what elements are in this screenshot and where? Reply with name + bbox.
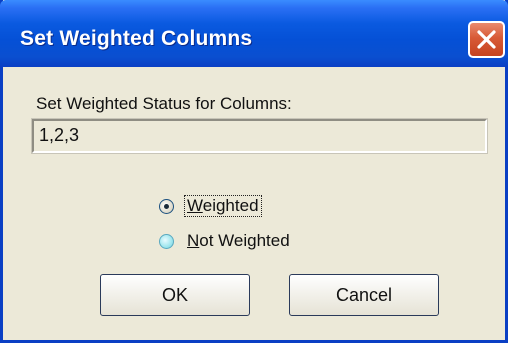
not-weighted-radio[interactable]: [159, 233, 174, 249]
dialog-body: Set Weighted Status for Columns: 1,2,3 W…: [3, 67, 505, 340]
close-button[interactable]: [468, 21, 505, 58]
dialog-window: Set Weighted Columns Set Weighted Status…: [0, 0, 508, 343]
ok-button[interactable]: OK: [100, 274, 250, 316]
window-title: Set Weighted Columns: [20, 27, 253, 50]
weighted-radio-option[interactable]: Weighted: [159, 194, 262, 218]
radio-selected-dot: [164, 203, 169, 209]
columns-field: 1,2,3: [31, 118, 488, 154]
not-weighted-radio-label[interactable]: Not Weighted: [185, 231, 292, 251]
not-weighted-radio-option[interactable]: Not Weighted: [159, 229, 292, 253]
close-icon: [477, 30, 496, 49]
weighted-radio-label[interactable]: Weighted: [184, 195, 262, 217]
columns-prompt-label: Set Weighted Status for Columns:: [36, 94, 292, 113]
cancel-button[interactable]: Cancel: [289, 274, 439, 316]
weighted-radio[interactable]: [159, 198, 174, 214]
title-bar[interactable]: Set Weighted Columns: [0, 0, 508, 67]
